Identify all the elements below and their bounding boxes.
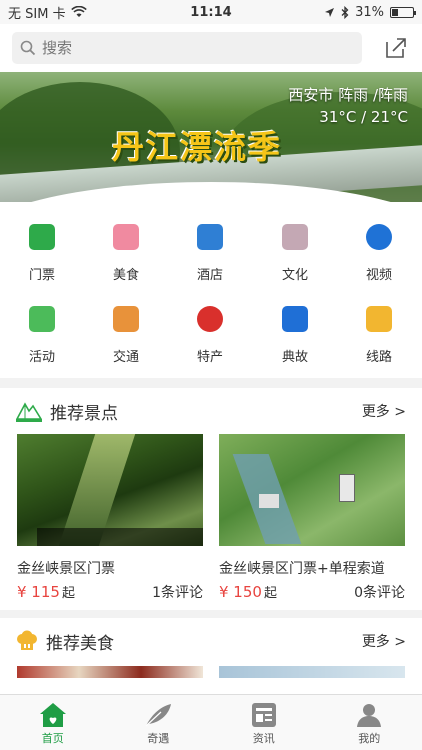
search-icon [20, 40, 36, 56]
tab-bar: 首页 奇遇 资讯 我的 [0, 694, 422, 750]
ticket-icon [29, 224, 55, 250]
battery-percent: 31% [355, 4, 384, 20]
cake-icon [113, 224, 139, 250]
category-hotel[interactable]: 酒店 [168, 224, 252, 283]
weather-city: 西安市 阵雨 /阵雨 [288, 86, 408, 104]
cherry-icon [197, 306, 223, 332]
search-box[interactable] [12, 32, 362, 64]
tab-discover[interactable]: 奇遇 [106, 695, 212, 750]
category-bus[interactable]: 交通 [84, 306, 168, 365]
category-label: 美食 [112, 268, 139, 283]
category-label: 典故 [281, 350, 308, 365]
category-label: 文化 [281, 268, 308, 283]
story-icon [282, 306, 308, 332]
wifi-icon [70, 6, 87, 17]
spot-card[interactable]: 金丝峡景区门票 ¥ 115 起 1条评论 [17, 434, 203, 602]
section-title: 推荐景点 [50, 403, 118, 424]
bluetooth-icon [341, 5, 349, 19]
weather-widget: 西安市 阵雨 /阵雨 31°C / 21°C [288, 84, 408, 128]
search-input[interactable] [42, 39, 342, 57]
category-book[interactable]: 文化 [253, 224, 337, 283]
spot-comments: 0条评论 [354, 585, 405, 601]
category-label: 酒店 [196, 268, 223, 283]
category-grid: 门票 美食 酒店 文化 视频活动 交通 特产 典故 线路 [0, 202, 422, 378]
category-gift[interactable]: 活动 [0, 306, 84, 365]
chef-hat-icon [17, 630, 37, 650]
spot-photo [219, 434, 405, 546]
location-arrow-icon [325, 7, 335, 17]
more-spots-link[interactable]: 更多 > [362, 401, 406, 421]
route-icon [366, 306, 392, 332]
spot-comments: 1条评论 [152, 585, 203, 601]
spot-name: 金丝峡景区门票 [17, 561, 115, 577]
category-label: 特产 [196, 350, 223, 365]
spot-card[interactable]: 金丝峡景区门票+单程索道 ¥ 150 起 0条评论 [219, 434, 405, 602]
carrier-label: 无 SIM 卡 [8, 6, 66, 22]
weather-temperature: 31°C / 21°C [319, 108, 408, 126]
status-bar: 无 SIM 卡 11:14 31% [0, 0, 422, 24]
food-photo[interactable] [17, 666, 203, 678]
book-icon [282, 224, 308, 250]
promo-banner[interactable]: 丹江漂流季 西安市 阵雨 /阵雨 31°C / 21°C [0, 72, 422, 202]
more-food-link[interactable]: 更多 > [362, 631, 406, 651]
recommend-spots-section: 推荐景点 更多 > 金丝峡景区门票 ¥ 115 起 1条评论 金丝峡景区门票+单程… [0, 388, 422, 610]
category-story[interactable]: 典故 [253, 306, 337, 365]
category-cake[interactable]: 美食 [84, 224, 168, 283]
feather-icon [145, 704, 172, 727]
category-route[interactable]: 线路 [337, 306, 421, 365]
tab-home[interactable]: 首页 [0, 695, 106, 750]
spot-photo [17, 434, 203, 546]
category-label: 线路 [365, 350, 392, 365]
category-label: 活动 [28, 350, 55, 365]
category-cherry[interactable]: 特产 [168, 306, 252, 365]
banner-title: 丹江漂流季 [112, 128, 283, 166]
category-label: 交通 [112, 350, 139, 365]
user-icon [357, 704, 382, 727]
spot-name: 金丝峡景区门票+单程索道 [219, 561, 385, 577]
share-icon[interactable] [384, 36, 408, 60]
category-label: 门票 [28, 268, 55, 283]
bus-icon [113, 306, 139, 332]
spot-price: ¥ 115 起 [17, 583, 75, 601]
hotel-icon [197, 224, 223, 250]
category-ticket[interactable]: 门票 [0, 224, 84, 283]
spot-price: ¥ 150 起 [219, 583, 277, 601]
search-bar [0, 24, 422, 72]
news-icon [251, 703, 276, 727]
tab-news[interactable]: 资讯 [211, 695, 317, 750]
category-label: 视频 [365, 268, 392, 283]
category-video[interactable]: 视频 [337, 224, 421, 283]
section-title: 推荐美食 [46, 633, 114, 654]
battery-icon [390, 6, 416, 18]
food-photo[interactable] [219, 666, 405, 678]
video-icon [366, 224, 392, 250]
home-icon [39, 703, 66, 727]
gift-icon [29, 306, 55, 332]
tab-profile[interactable]: 我的 [317, 695, 422, 750]
recommend-food-section: 推荐美食 更多 > [0, 618, 422, 694]
mountain-icon [16, 402, 42, 422]
